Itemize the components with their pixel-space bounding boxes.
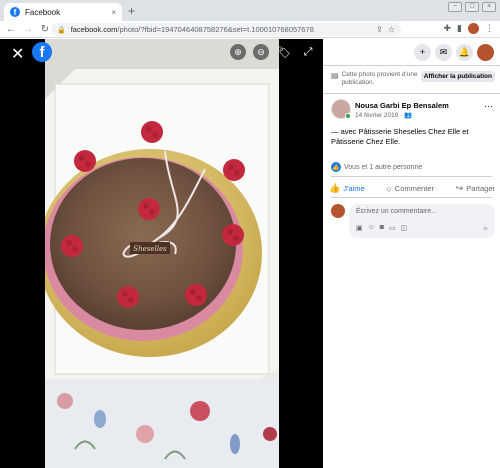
send-icon[interactable]: ➤ [482, 224, 489, 233]
source-notice: ▤ Cette photo provient d'une publication… [331, 71, 495, 87]
browser-tab[interactable]: f Facebook × [4, 3, 122, 21]
camera-icon[interactable]: ◙ [380, 224, 384, 232]
toolbar-right: ✚ ▮ ⋮ [444, 23, 494, 34]
account-avatar[interactable] [477, 43, 494, 61]
sticker-icon[interactable]: ◫ [401, 224, 408, 232]
emoji-icon[interactable]: ☺ [368, 224, 375, 232]
reactions-divider [331, 176, 492, 177]
like-button[interactable]: 👍 J'aime [327, 181, 367, 196]
new-tab-button[interactable]: + [128, 4, 135, 18]
photo-viewer: Sheselles ✕ f ⊕ ⊖ 🏷 ⤢ [0, 39, 323, 468]
menu-dots-icon[interactable]: ⋮ [485, 23, 494, 34]
messenger-icon[interactable]: ✉ [435, 43, 452, 61]
source-notice-text: Cette photo provient d'une publication. [341, 71, 418, 86]
like-label: J'aime [343, 184, 365, 193]
source-divider [323, 93, 500, 94]
comment-label: Commenter [394, 184, 434, 193]
thumbs-up-icon: 👍 [329, 183, 341, 193]
facebook-logo-icon[interactable]: f [32, 42, 52, 62]
create-plus-icon[interactable]: + [414, 43, 431, 61]
actions-divider [331, 197, 492, 198]
zoom-out-icon[interactable]: ⊖ [253, 44, 269, 60]
profile-avatar[interactable] [468, 23, 479, 34]
window-controls: − □ × [448, 2, 496, 12]
extensions-icon[interactable]: ✚ [444, 23, 452, 34]
browser-tab-bar: f Facebook × + − □ × [0, 0, 500, 21]
post-caption: — avec Pâtisserie Sheselles Chez Elle et… [331, 127, 469, 146]
gif-icon[interactable]: ▭ [389, 224, 396, 232]
photo-side-panel: + ✉ 🔔 ▤ Cette photo provient d'une publi… [323, 39, 500, 468]
cake-photo-image: Sheselles [45, 39, 279, 468]
tab-title: Facebook [25, 7, 61, 17]
online-status-dot [345, 113, 351, 119]
fullscreen-icon[interactable]: ⤢ [300, 44, 316, 60]
commenter-avatar [331, 204, 345, 218]
panel-header: + ✉ 🔔 [323, 39, 500, 65]
share-button[interactable]: ↪ Partager [454, 181, 497, 196]
reload-icon[interactable]: ↻ [39, 24, 51, 35]
facebook-favicon-icon: f [10, 7, 20, 17]
back-arrow-icon[interactable]: ← [5, 24, 17, 35]
view-post-button[interactable]: Afficher la publication [420, 71, 495, 82]
notifications-bell-icon[interactable]: 🔔 [456, 43, 473, 61]
reactions-text[interactable]: Vous et 1 autre personne [344, 164, 422, 171]
address-bar[interactable]: 🔒 facebook.com/photo/?fbid=1947046408758… [51, 23, 401, 36]
comment-input[interactable]: Écrivez un commentaire... ▣ ☺ ◙ ▭ ◫ ➤ [349, 204, 495, 238]
more-options-icon[interactable]: ··· [484, 101, 493, 111]
zoom-in-icon[interactable]: ⊕ [230, 44, 246, 60]
post-author: Nousa Garbi Ep Bensalem 14 février 2019 … [331, 99, 495, 123]
forward-arrow-icon[interactable]: → [22, 24, 34, 35]
cake-plaque-text: Sheselles [133, 245, 167, 253]
post-source-icon: ▤ [331, 71, 339, 80]
side-panel-icon[interactable]: ▮ [457, 23, 462, 34]
friends-audience-icon: 👥 [404, 112, 413, 119]
comment-button[interactable]: ○ Commenter [384, 181, 436, 196]
post-date: 14 février 2019 · 👥 [355, 111, 412, 119]
tab-close-icon[interactable]: × [111, 8, 116, 17]
reactions-summary[interactable]: 👍 Vous et 1 autre personne [331, 162, 422, 172]
header-divider [323, 65, 500, 66]
bookmark-star-icon[interactable]: ☆ [388, 25, 395, 34]
close-viewer-icon[interactable]: ✕ [11, 44, 24, 64]
browser-toolbar: ← → ↻ 🔒 facebook.com/photo/?fbid=1947046… [0, 21, 500, 38]
post-actions: 👍 J'aime ○ Commenter ↪ Partager [327, 181, 497, 196]
comment-tools: ▣ ☺ ◙ ▭ ◫ [356, 224, 407, 232]
url-text: facebook.com/photo/?fbid=194704640875827… [71, 25, 371, 34]
tag-icon[interactable]: 🏷 [276, 44, 292, 60]
lock-icon: 🔒 [57, 26, 66, 34]
comment-placeholder: Écrivez un commentaire... [356, 208, 437, 215]
share-arrow-icon: ↪ [455, 183, 464, 193]
close-window-button[interactable]: × [482, 2, 496, 12]
share-label: Partager [466, 184, 495, 193]
avatar-sticker-icon[interactable]: ▣ [356, 224, 363, 232]
url-path: /photo/?fbid=1947046408758276&set=t.1000… [117, 25, 314, 34]
comment-bubble-icon: ○ [386, 183, 392, 194]
cake-photo: Sheselles [45, 39, 279, 468]
minimize-button[interactable]: − [448, 2, 462, 12]
share-page-icon[interactable]: ⇪ [376, 25, 383, 34]
maximize-button[interactable]: □ [465, 2, 479, 12]
author-name[interactable]: Nousa Garbi Ep Bensalem [355, 101, 449, 110]
url-host: facebook.com [70, 25, 118, 34]
like-reaction-icon: 👍 [331, 162, 341, 172]
post-date-text[interactable]: 14 février 2019 · [355, 112, 404, 119]
comment-composer: Écrivez un commentaire... ▣ ☺ ◙ ▭ ◫ ➤ [331, 204, 495, 244]
